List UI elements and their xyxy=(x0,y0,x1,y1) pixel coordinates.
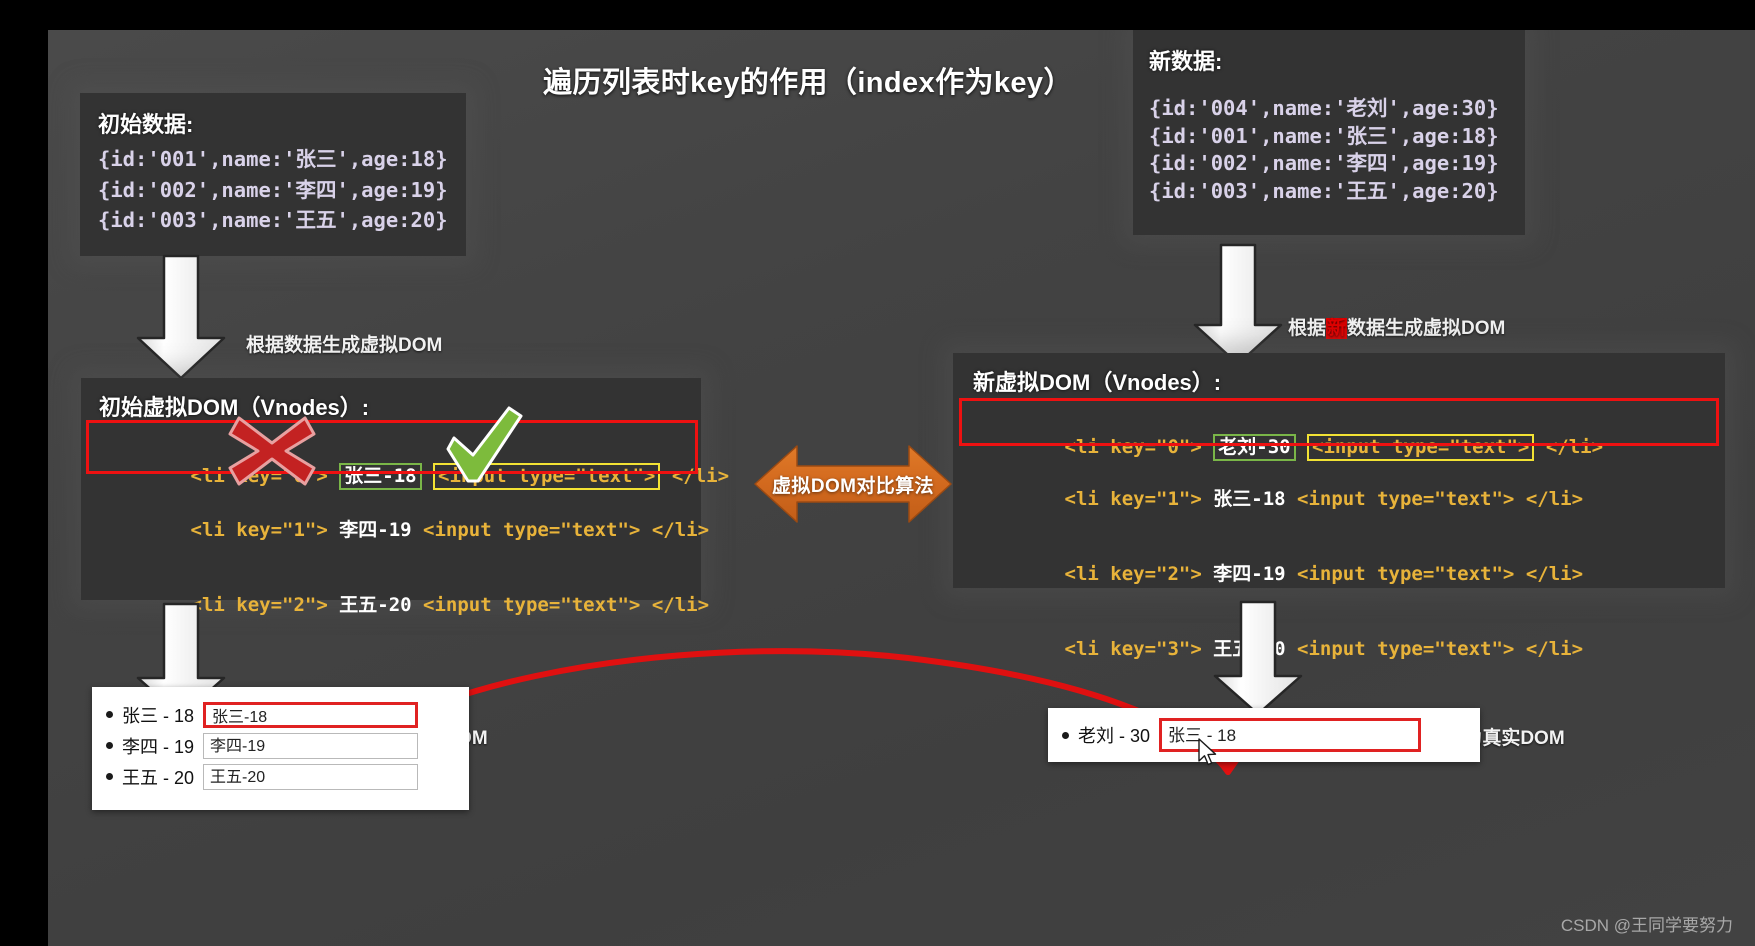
text-input[interactable]: 李四-19 xyxy=(203,732,419,759)
vdom-input: <input type="text"> xyxy=(1297,488,1515,510)
vdom-input-highlight: <input type="text"> xyxy=(1307,434,1535,461)
new-data-row: {id:'004',name:'老刘',age:30} xyxy=(1149,96,1499,120)
vdom-open-tag: <li key="1"> xyxy=(1064,488,1202,510)
vdom-close-tag: </li> xyxy=(1545,436,1604,458)
list-item-label: 王五 - 20 xyxy=(122,767,195,788)
new-data-title: 新数据: xyxy=(1149,49,1223,74)
new-vdom-title: 新虚拟DOM（Vnodes）: xyxy=(973,370,1222,395)
new-keyword-marker: 新 xyxy=(1326,318,1348,339)
old-vdom-panel: 初始虚拟DOM（Vnodes）: <li key="0"> 张三-18 <inp… xyxy=(81,378,729,615)
new-data-row: {id:'002',name:'李四',age:19} xyxy=(1149,151,1499,175)
new-data-row: {id:'001',name:'张三',age:18} xyxy=(1149,123,1499,148)
vdom-open-tag: <li key="2"> xyxy=(1064,563,1202,585)
vdom-close-tag: </li> xyxy=(651,519,710,541)
bullet-icon xyxy=(106,773,113,780)
new-vdom-panel: 新虚拟DOM（Vnodes）: <li key="0"> 老刘-30 <inpu… xyxy=(953,353,1725,659)
bullet-icon xyxy=(106,742,113,749)
vdom-person: 张三-18 xyxy=(1213,488,1286,510)
vdom-row: <li key="0"> 老刘-30 <input type="text"> <… xyxy=(973,405,1725,462)
watermark: CSDN @王同学要努力 xyxy=(1560,916,1733,935)
down-arrow-icon xyxy=(1213,600,1303,716)
arrow-caption-generate-vdom-left: 根据数据生成虚拟DOM xyxy=(246,335,443,356)
vdom-row: <li key="1"> 李四-19 <input type="text"> <… xyxy=(99,493,710,568)
vdom-person: 王五-20 xyxy=(339,594,412,616)
initial-data-row: {id:'001',name:'张三',age:18} xyxy=(98,147,448,171)
new-data-panel: 新数据: {id:'004',name:'老刘',age:30} {id:'00… xyxy=(1133,30,1525,235)
vdom-open-tag: <li key="0"> xyxy=(1064,436,1202,458)
list-item-label: 张三 - 18 xyxy=(122,705,195,726)
vdom-input: <input type="text"> xyxy=(1297,638,1515,660)
real-dom-left-panel: 张三 - 18 张三-18 李四 - 19 李四-19 王五 - 20 王五-2… xyxy=(92,687,469,810)
vdom-row: <li key="2"> 李四-19 <input type="text"> <… xyxy=(973,537,1725,612)
vdom-person-highlight: 老刘-30 xyxy=(1213,434,1296,461)
list-item-label: 李四 - 19 xyxy=(122,736,195,757)
initial-data-row: {id:'003',name:'王五',age:20} xyxy=(98,208,448,232)
vdom-diff-arrow: 虚拟DOM对比算法 xyxy=(753,438,953,530)
list-item: 王五 - 20 王五-20 xyxy=(92,761,469,792)
initial-data-row: {id:'002',name:'李四',age:19} xyxy=(98,177,448,202)
vdom-input: <input type="text"> xyxy=(423,519,641,541)
vdom-row: <li key="1"> 张三-18 <input type="text"> <… xyxy=(973,462,1725,537)
vdom-input: <input type="text"> xyxy=(1297,563,1515,585)
text-input[interactable]: 张三 - 18 xyxy=(1159,718,1422,752)
list-item: 李四 - 19 李四-19 xyxy=(92,730,469,761)
initial-data-title: 初始数据: xyxy=(98,112,194,137)
screenshot-root: 遍历列表时key的作用（index作为key） 初始数据: {id:'001',… xyxy=(0,0,1755,946)
vdom-open-tag: <li key="1"> xyxy=(190,519,328,541)
list-item-label: 老刘 - 30 xyxy=(1078,726,1151,746)
bullet-icon xyxy=(1062,731,1069,739)
text-input[interactable]: 张三-18 xyxy=(203,701,419,728)
page-title: 遍历列表时key的作用（index作为key） xyxy=(543,67,1073,99)
down-arrow-icon xyxy=(136,254,226,380)
arrow-caption-generate-vdom-right: 根据新数据生成虚拟DOM xyxy=(1288,313,1505,340)
vdom-input-highlight: <input type="text"> xyxy=(433,463,661,490)
bullet-icon xyxy=(106,711,113,718)
vdom-row: <li key="0"> 张三-18 <input type="text"> <… xyxy=(99,432,729,493)
caption-suffix: 数据生成虚拟DOM xyxy=(1347,318,1506,339)
vdom-diff-label: 虚拟DOM对比算法 xyxy=(772,475,934,497)
vdom-person: 李四-19 xyxy=(1213,563,1286,585)
down-arrow-icon xyxy=(1193,243,1283,366)
vdom-row: <li key="3"> 王五-20 <input type="text"> <… xyxy=(973,612,1725,687)
vdom-person-highlight: 张三-18 xyxy=(339,463,422,490)
new-data-row: {id:'003',name:'王五',age:20} xyxy=(1149,178,1499,203)
real-dom-right-panel: 老刘 - 30 张三 - 18 xyxy=(1048,708,1480,762)
list-item: 张三 - 18 张三-18 xyxy=(92,699,469,730)
text-input[interactable]: 王五-20 xyxy=(203,763,419,790)
old-vdom-title: 初始虚拟DOM（Vnodes）: xyxy=(99,395,370,420)
vdom-open-tag: <li key="3"> xyxy=(1064,638,1202,660)
vdom-input: <input type="text"> xyxy=(423,594,641,616)
slide-canvas: 遍历列表时key的作用（index作为key） 初始数据: {id:'001',… xyxy=(48,30,1755,946)
vdom-close-tag: </li> xyxy=(1525,488,1584,510)
list-item: 老刘 - 30 张三 - 18 xyxy=(1048,708,1480,762)
vdom-open-tag: <li key="0"> xyxy=(190,465,328,487)
vdom-close-tag: </li> xyxy=(651,594,710,616)
vdom-person: 李四-19 xyxy=(339,519,412,541)
vdom-close-tag: </li> xyxy=(1525,563,1584,585)
vdom-close-tag: </li> xyxy=(671,465,730,487)
caption-prefix: 根据 xyxy=(1288,318,1327,339)
vdom-close-tag: </li> xyxy=(1525,638,1584,660)
initial-data-panel: 初始数据: {id:'001',name:'张三',age:18} {id:'0… xyxy=(80,93,466,256)
